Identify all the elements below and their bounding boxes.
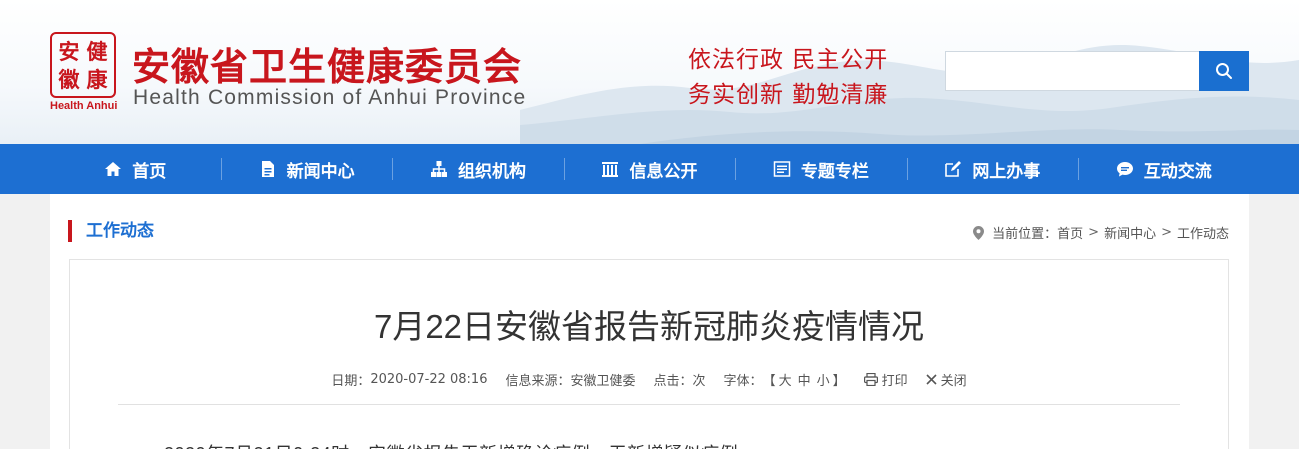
nav-item-news[interactable]: 新闻中心 <box>220 144 392 194</box>
search-icon <box>1216 63 1232 79</box>
print-button[interactable]: 打印 <box>863 370 908 389</box>
meta-clicks-suffix: 次 <box>692 374 706 389</box>
article-meta: 日期： 2020-07-22 08:16 信息来源： 安徽卫健委 点击： 次 字… <box>70 370 1228 389</box>
chat-icon <box>1116 160 1134 178</box>
home-icon <box>104 160 122 178</box>
meta-date-label: 日期： <box>331 374 371 389</box>
meta-clicks: 点击： 次 <box>654 370 706 389</box>
nav-item-special-topics[interactable]: 专题专栏 <box>735 144 906 194</box>
nav-item-info-disclosure[interactable]: 信息公开 <box>563 144 735 194</box>
nav-label: 互动交流 <box>1143 161 1212 182</box>
edit-icon <box>944 160 962 178</box>
slogan-line-1: 依法行政 民主公开 <box>688 47 889 73</box>
close-button[interactable]: 关闭 <box>926 370 967 389</box>
slogan-line-2: 务实创新 勤勉清廉 <box>688 82 889 108</box>
document-icon <box>259 160 277 178</box>
nav-item-organization[interactable]: 组织机构 <box>392 144 563 194</box>
article-body-first-line: 2020年7月21日0-24时，安徽省报告无新增确诊病例，无新增疑似病例。 <box>164 440 757 449</box>
font-size-medium-button[interactable]: 中 <box>798 370 811 389</box>
breadcrumb: 当前位置： 首页 > 新闻中心 > 工作动态 <box>973 223 1229 242</box>
building-icon <box>601 160 619 178</box>
close-label: 关闭 <box>940 374 967 389</box>
breadcrumb-link-home[interactable]: 首页 <box>1057 223 1083 242</box>
logo-caption: Health Anhui <box>50 100 118 112</box>
breadcrumb-link-news[interactable]: 新闻中心 <box>1104 223 1156 242</box>
font-size-small-button[interactable]: 小 <box>817 370 830 389</box>
org-chart-icon <box>430 160 448 178</box>
meta-divider <box>118 404 1180 405</box>
list-icon <box>773 160 791 178</box>
logo-char: 康 <box>86 66 108 92</box>
section-title: 工作动态 <box>68 220 154 242</box>
nav-item-online-services[interactable]: 网上办事 <box>906 144 1078 194</box>
nav-label: 网上办事 <box>972 161 1041 182</box>
logo-char: 健 <box>86 38 108 64</box>
article-card: 7月22日安徽省报告新冠肺炎疫情情况 日期： 2020-07-22 08:16 … <box>69 259 1229 449</box>
meta-clicks-label: 点击： <box>653 374 693 389</box>
close-icon <box>926 374 937 385</box>
breadcrumb-separator: > <box>1161 225 1172 240</box>
meta-source-value: 安徽卫健委 <box>570 374 636 389</box>
nav-label: 专题专栏 <box>800 161 869 182</box>
nav-label: 首页 <box>132 161 167 182</box>
font-size-large-button[interactable]: 大 <box>779 370 792 389</box>
logo-char: 安 <box>58 38 80 64</box>
nav-label: 新闻中心 <box>286 161 355 182</box>
site-title[interactable]: 安徽省卫生健康委员会 <box>132 36 522 91</box>
meta-font-bracket-close: 】 <box>832 374 846 389</box>
logo-seal: 安 健 徽 康 <box>50 32 116 98</box>
nav-label: 组织机构 <box>458 161 527 182</box>
location-pin-icon <box>973 225 985 240</box>
print-label: 打印 <box>881 374 908 389</box>
meta-date-value: 2020-07-22 08:16 <box>370 372 488 387</box>
meta-font-label: 字体： <box>723 374 763 389</box>
meta-source: 信息来源： 安徽卫健委 <box>505 370 635 389</box>
printer-icon <box>863 373 878 386</box>
article-title: 7月22日安徽省报告新冠肺炎疫情情况 <box>373 308 925 345</box>
site-header: 安 健 徽 康 Health Anhui 安徽省卫生健康委员会 Health C… <box>0 0 1299 144</box>
nav-item-interaction[interactable]: 互动交流 <box>1078 144 1249 194</box>
content-panel: 工作动态 当前位置： 首页 > 新闻中心 > 工作动态 7月22日安徽省报告新冠… <box>50 194 1249 449</box>
breadcrumb-separator: > <box>1088 225 1100 240</box>
nav-label: 信息公开 <box>629 161 698 182</box>
search-input[interactable] <box>945 51 1199 91</box>
logo-char: 徽 <box>58 66 80 92</box>
breadcrumb-prefix: 当前位置： <box>992 227 1058 242</box>
nav-item-home[interactable]: 首页 <box>50 144 221 194</box>
meta-source-label: 信息来源： <box>505 374 571 389</box>
meta-font-bracket-open: 【 <box>762 374 776 389</box>
meta-date: 日期： 2020-07-22 08:16 <box>331 370 487 389</box>
meta-font-size: 字体： 【 大 中 小 】 <box>724 370 846 389</box>
search-box <box>945 51 1249 91</box>
main-nav: 首页 新闻中心 组织机构 信息公开 专题专栏 网上办事 互动交流 <box>0 144 1299 194</box>
breadcrumb-link-work-updates[interactable]: 工作动态 <box>1177 223 1229 242</box>
search-button[interactable] <box>1199 51 1249 91</box>
site-subtitle: Health Commission of Anhui Province <box>133 86 527 109</box>
